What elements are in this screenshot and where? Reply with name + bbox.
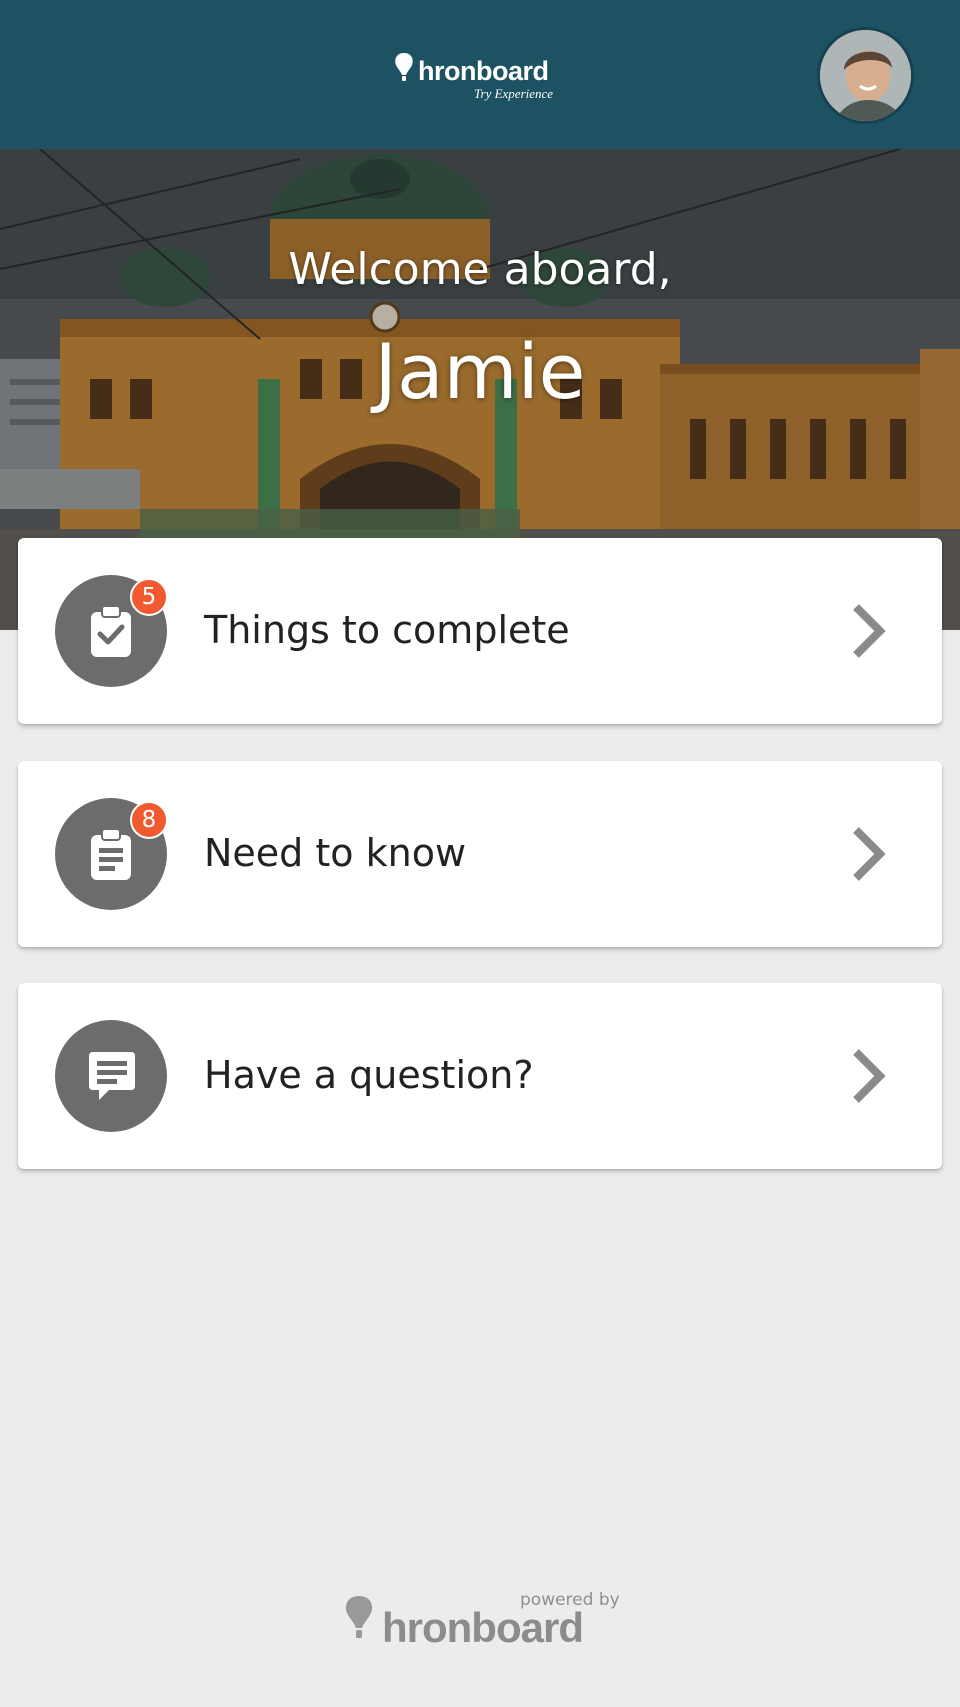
card-label: Need to know [204,831,467,875]
chat-bubble-icon [89,1052,135,1100]
welcome-greeting: Welcome aboard, [288,244,672,295]
user-avatar[interactable] [817,27,914,124]
card-things-to-complete[interactable]: 5 Things to complete [18,538,942,724]
clipboard-check-icon [91,605,131,657]
chevron-right-icon [853,1049,886,1103]
brand-logo[interactable]: hronboard Try Experience [390,50,570,102]
avatar-photo-icon [820,30,911,121]
chevron-right-icon [853,827,886,881]
card-label: Things to complete [204,608,570,652]
clipboard-list-icon [91,828,131,880]
brand-tagline: Try Experience [474,86,554,101]
footer-wordmark: hronboard [382,1604,584,1651]
balloon-logo-icon [345,1596,373,1638]
notification-badge: 8 [130,801,168,839]
card-label: Have a question? [204,1053,534,1097]
card-have-a-question[interactable]: Have a question? [18,983,942,1169]
notification-badge: 5 [130,578,168,616]
user-name: Jamie [374,327,586,416]
card-need-to-know[interactable]: 8 Need to know [18,761,942,947]
brand-wordmark: hronboard [418,56,549,86]
chevron-right-icon [853,604,886,658]
powered-by-logo: powered by hronboard [340,1588,620,1651]
app-header: hronboard Try Experience [0,0,960,149]
balloon-logo-icon [395,53,413,81]
card-icon-circle [55,1020,167,1132]
